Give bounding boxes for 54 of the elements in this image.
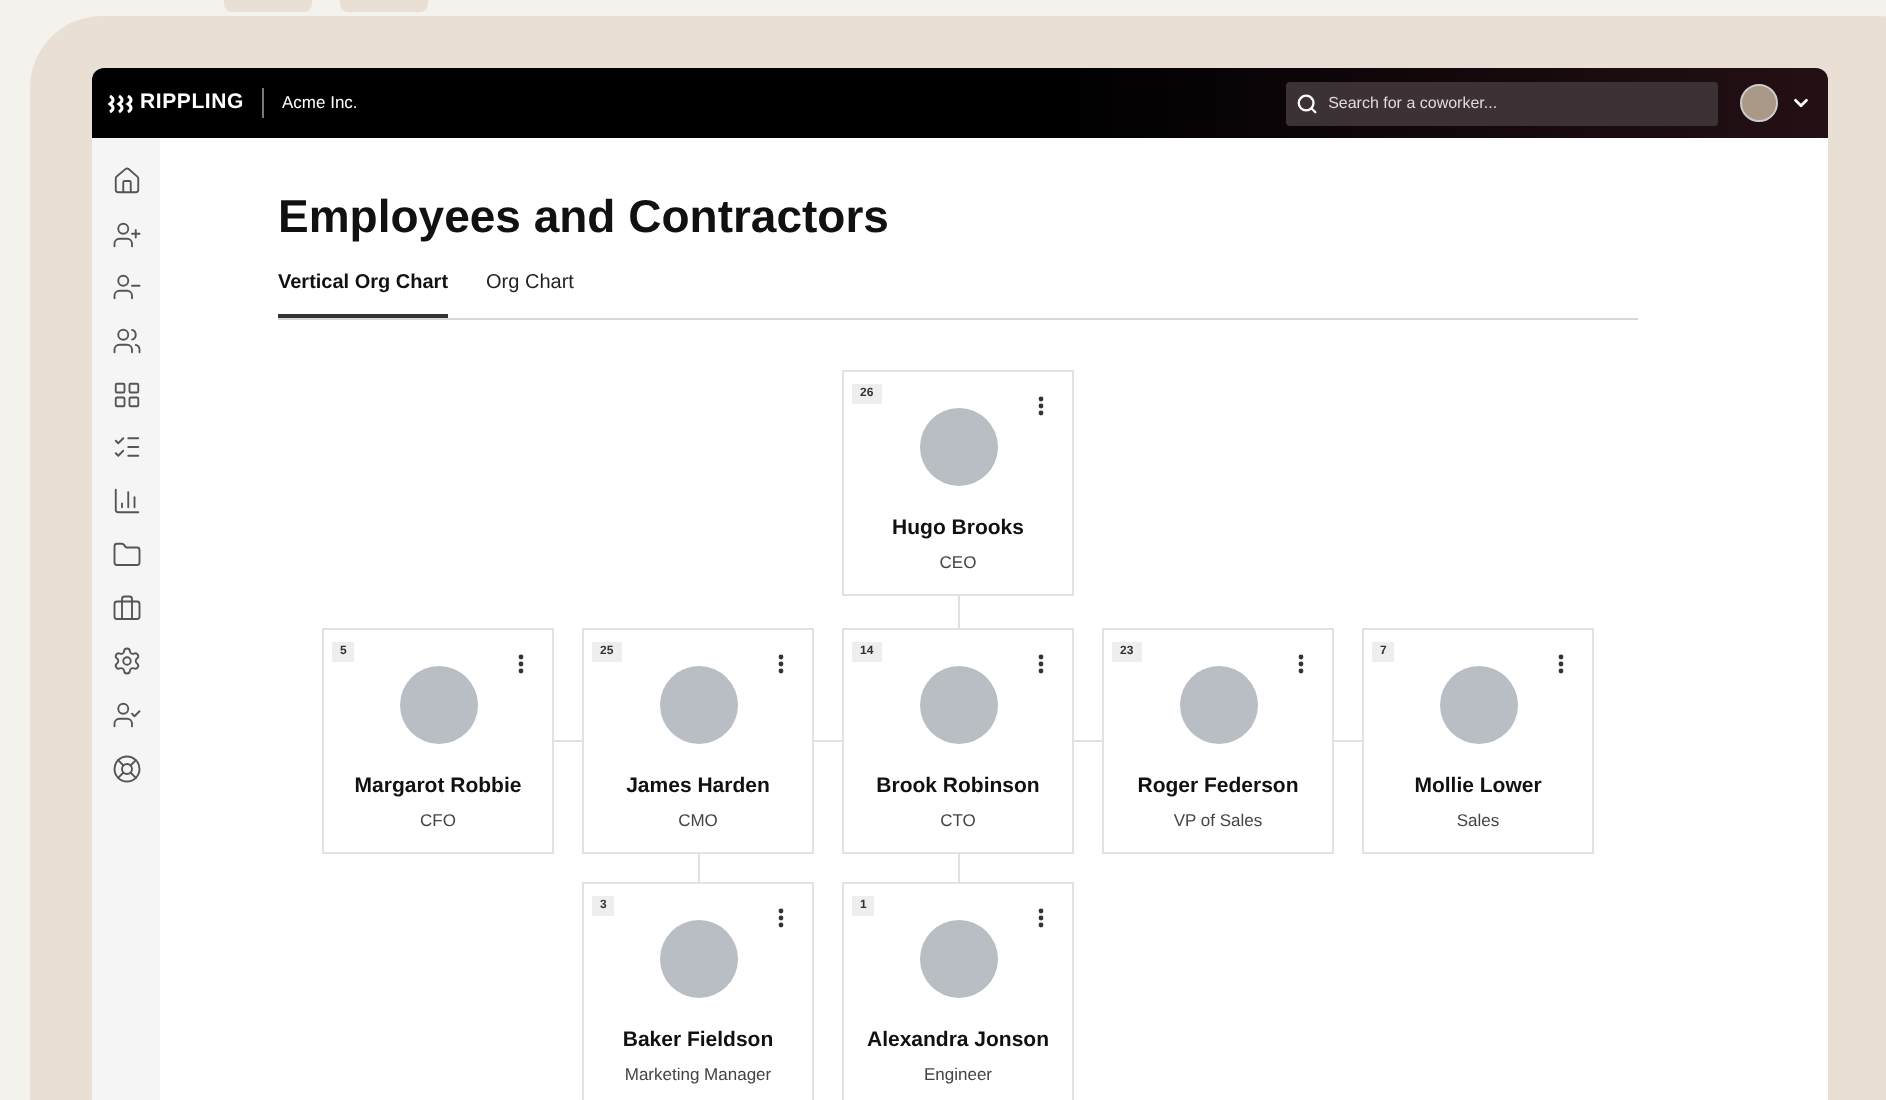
avatar-placeholder [399,666,477,744]
job-title: CEO [939,549,977,575]
tab[interactable]: Vertical Org Chart [278,268,449,318]
more-icon[interactable] [778,908,784,928]
avatar-placeholder [919,408,997,486]
avatar-placeholder[interactable] [1740,84,1778,122]
grid-icon[interactable] [111,379,141,410]
employee-name: Hugo Brooks [892,514,1024,544]
avatar-placeholder [1439,666,1517,744]
employee-name: Baker Fieldson [622,1026,774,1056]
job-title: VP of Sales [1173,807,1263,833]
more-icon[interactable] [1298,654,1304,674]
more-icon[interactable] [1038,654,1044,674]
person-icon[interactable] [111,699,141,730]
briefcase-icon[interactable] [111,593,141,623]
add-person-icon[interactable] [111,219,141,250]
employee-name: Margarot Robbie [354,772,522,802]
job-title: CFO [420,807,456,833]
job-title: Engineer [923,1061,993,1087]
job-title: CMO [678,807,718,833]
more-icon[interactable] [1038,396,1044,416]
help-icon[interactable] [111,753,141,784]
job-title: CTO [940,807,976,833]
more-icon[interactable] [1558,654,1564,674]
avatar-placeholder [1179,666,1257,744]
brand-name: RIPPLING [140,87,244,118]
job-title: Marketing Manager [624,1061,772,1087]
avatar-placeholder [659,920,737,998]
search-field[interactable]: Search for a coworker... [1328,91,1708,115]
search-bar[interactable]: Search for a coworker... [1286,81,1718,125]
avatar-placeholder [919,920,997,998]
more-icon[interactable] [778,654,784,674]
folder-icon[interactable] [111,539,141,570]
employee-name: Alexandra Jonson [866,1026,1050,1056]
people-icon[interactable] [111,326,141,357]
settings-icon[interactable] [111,646,141,677]
employee-name: Roger Federson [1137,772,1299,802]
job-title: Sales [1456,807,1500,833]
tab[interactable]: Org Chart [486,268,574,318]
list-icon[interactable] [111,432,141,463]
more-icon[interactable] [1038,908,1044,928]
employee-name: Mollie Lower [1414,772,1542,802]
home-icon[interactable] [111,166,141,196]
avatar-placeholder [919,666,997,744]
more-icon[interactable] [518,654,524,674]
avatar-placeholder [659,666,737,744]
employee-name: James Harden [626,772,770,802]
chart-icon[interactable] [111,486,141,517]
remove-person-icon[interactable] [111,272,141,303]
logo-icon [108,93,134,113]
company-name: Acme Inc. [282,90,358,116]
page-title: Employees and Contractors [278,188,891,246]
employee-name: Brook Robinson [876,772,1040,802]
search-icon [1296,91,1319,115]
